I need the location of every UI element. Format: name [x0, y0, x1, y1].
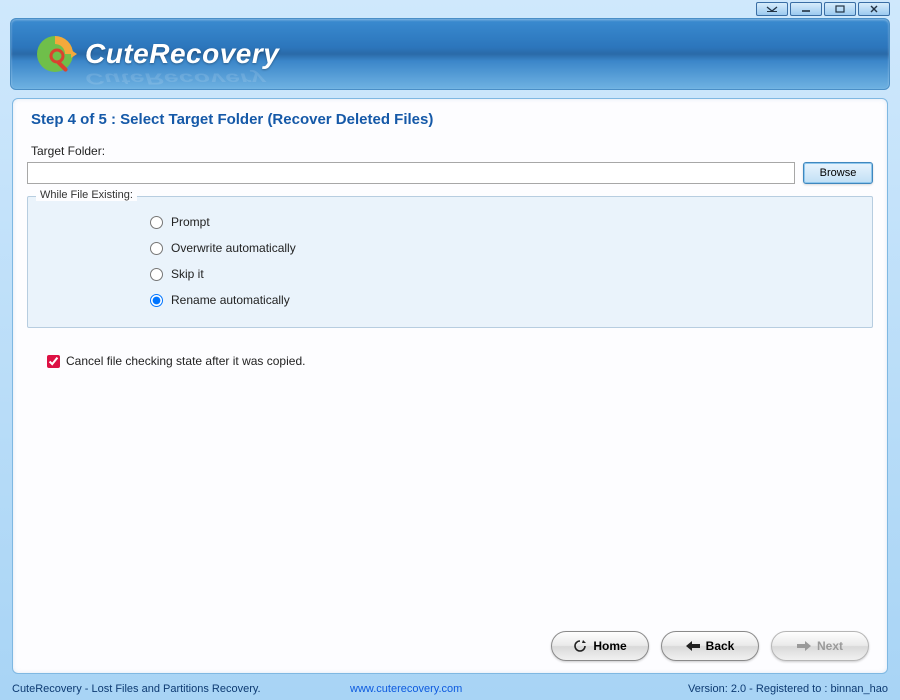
target-folder-label: Target Folder: — [27, 144, 873, 158]
minimize-button[interactable] — [790, 2, 822, 16]
radio-prompt-label: Prompt — [171, 215, 210, 229]
nav-buttons: Home Back Next — [27, 627, 873, 663]
next-button-label: Next — [817, 639, 843, 653]
app-title: CuteRecovery — [85, 38, 279, 70]
radio-prompt[interactable] — [150, 216, 163, 229]
header-banner: CuteRecovery CuteRecovery — [10, 18, 890, 90]
radio-rename-label: Rename automatically — [171, 293, 290, 307]
step-title: Step 4 of 5 : Select Target Folder (Reco… — [27, 111, 873, 128]
radio-rename[interactable] — [150, 294, 163, 307]
maximize-button[interactable] — [824, 2, 856, 16]
content-panel: Step 4 of 5 : Select Target Folder (Reco… — [12, 98, 888, 674]
arrow-right-icon — [797, 641, 811, 651]
radio-overwrite-label: Overwrite automatically — [171, 241, 296, 255]
arrow-left-icon — [686, 641, 700, 651]
app-title-reflection: CuteRecovery — [85, 69, 266, 88]
cancel-checking-checkbox[interactable] — [47, 355, 60, 368]
fieldset-legend: While File Existing: — [36, 189, 137, 201]
next-button: Next — [771, 631, 869, 661]
back-button-label: Back — [706, 639, 735, 653]
status-left: CuteRecovery - Lost Files and Partitions… — [12, 683, 350, 695]
target-folder-input[interactable] — [27, 162, 795, 184]
while-file-existing-fieldset: While File Existing: Prompt Overwrite au… — [27, 196, 873, 328]
home-button[interactable]: Home — [551, 631, 649, 661]
dropdown-button[interactable] — [756, 2, 788, 16]
browse-button[interactable]: Browse — [803, 162, 873, 184]
refresh-icon — [573, 639, 587, 653]
cancel-checking-label: Cancel file checking state after it was … — [66, 354, 305, 368]
back-button[interactable]: Back — [661, 631, 759, 661]
app-logo-icon — [33, 32, 77, 76]
home-button-label: Home — [593, 639, 626, 653]
radio-skip-label: Skip it — [171, 267, 204, 281]
close-button[interactable] — [858, 2, 890, 16]
status-link[interactable]: www.cuterecovery.com — [350, 683, 462, 695]
status-right: Version: 2.0 - Registered to : binnan_ha… — [688, 683, 888, 695]
titlebar — [0, 0, 900, 16]
radio-overwrite[interactable] — [150, 242, 163, 255]
statusbar: CuteRecovery - Lost Files and Partitions… — [0, 680, 900, 700]
radio-skip[interactable] — [150, 268, 163, 281]
